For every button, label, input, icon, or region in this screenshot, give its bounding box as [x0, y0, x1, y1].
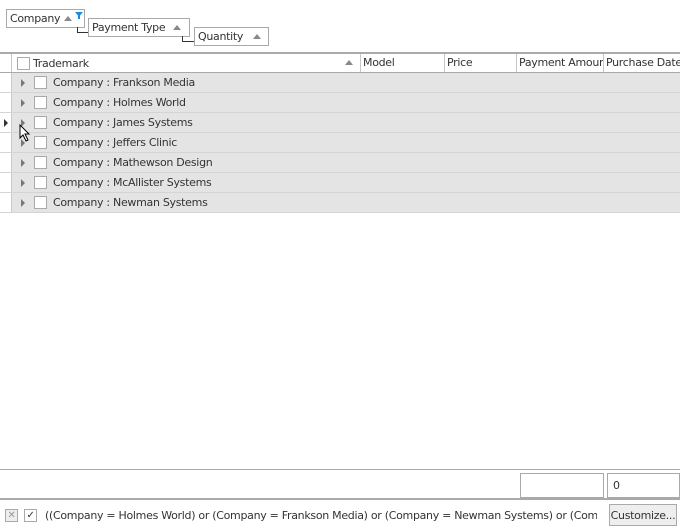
- group-row[interactable]: Company : Mathewson Design: [0, 153, 680, 173]
- group-row-label: Company : Mathewson Design: [53, 156, 213, 169]
- group-label: Quantity: [198, 30, 244, 43]
- group-row-label: Company : Jeffers Clinic: [53, 136, 177, 149]
- column-title: Trademark: [33, 56, 89, 70]
- expand-icon[interactable]: [21, 98, 25, 107]
- expand-icon[interactable]: [21, 198, 25, 207]
- row-checkbox[interactable]: [34, 136, 47, 149]
- sort-ascending-icon: [345, 60, 353, 65]
- filter-icon[interactable]: [75, 12, 83, 20]
- group-row[interactable]: Company : Jeffers Clinic: [0, 133, 680, 153]
- group-row-label: Company : James Systems: [53, 116, 193, 129]
- row-indicator: [0, 73, 12, 92]
- row-checkbox[interactable]: [34, 96, 47, 109]
- group-item-payment-type[interactable]: Payment Type: [88, 18, 190, 37]
- clear-filter-button[interactable]: ✕: [5, 508, 18, 522]
- expand-icon[interactable]: [21, 178, 25, 187]
- row-indicator: [0, 153, 12, 172]
- group-label: Payment Type: [92, 21, 166, 34]
- group-item-company[interactable]: Company: [6, 9, 85, 28]
- column-header-payment-amount[interactable]: Payment Amount: [517, 54, 604, 72]
- sort-ascending-icon: [64, 16, 72, 21]
- column-header-row: Trademark Model Price Payment Amount Pur…: [0, 54, 680, 73]
- sort-ascending-icon: [173, 25, 181, 30]
- group-row-label: Company : Newman Systems: [53, 196, 208, 209]
- summary-footer: 0: [0, 469, 680, 500]
- group-connector: [77, 27, 88, 33]
- group-connector: [182, 36, 194, 42]
- filter-panel: ✕ ✓ ((Company = Holmes World) or (Compan…: [0, 502, 680, 528]
- summary-cell-2: 0: [607, 473, 680, 498]
- group-row-label: Company : McAllister Systems: [53, 176, 212, 189]
- header-indicator: [0, 54, 12, 72]
- group-row-label: Company : Frankson Media: [53, 76, 195, 89]
- group-row[interactable]: Company : James Systems: [0, 113, 680, 133]
- enable-filter-checkbox[interactable]: ✓: [24, 508, 37, 522]
- row-indicator: [0, 113, 12, 132]
- filter-expression[interactable]: ((Company = Holmes World) or (Company = …: [45, 509, 597, 522]
- row-checkbox[interactable]: [34, 116, 47, 129]
- column-header-model[interactable]: Model: [361, 54, 445, 72]
- customize-button[interactable]: Customize...: [609, 504, 677, 526]
- row-indicator: [0, 133, 12, 152]
- group-item-quantity[interactable]: Quantity: [194, 27, 269, 46]
- group-label: Company: [10, 12, 61, 25]
- row-indicator: [0, 93, 12, 112]
- expand-icon[interactable]: [21, 78, 25, 87]
- column-header-trademark[interactable]: Trademark: [12, 54, 361, 72]
- data-grid: Trademark Model Price Payment Amount Pur…: [0, 52, 680, 213]
- row-checkbox[interactable]: [34, 156, 47, 169]
- select-all-checkbox[interactable]: [17, 56, 30, 70]
- sort-ascending-icon: [253, 34, 261, 39]
- group-row[interactable]: Company : Newman Systems: [0, 193, 680, 213]
- group-row[interactable]: Company : Frankson Media: [0, 73, 680, 93]
- row-indicator: [0, 193, 12, 212]
- row-checkbox[interactable]: [34, 76, 47, 89]
- column-header-purchase-date[interactable]: Purchase Date: [604, 54, 680, 72]
- expand-icon[interactable]: [21, 158, 25, 167]
- column-header-price[interactable]: Price: [445, 54, 517, 72]
- mouse-cursor-icon: [19, 124, 31, 142]
- group-row[interactable]: Company : Holmes World: [0, 93, 680, 113]
- current-row-icon: [4, 119, 8, 127]
- row-indicator: [0, 173, 12, 192]
- group-row-label: Company : Holmes World: [53, 96, 186, 109]
- row-checkbox[interactable]: [34, 196, 47, 209]
- group-row[interactable]: Company : McAllister Systems: [0, 173, 680, 193]
- row-checkbox[interactable]: [34, 176, 47, 189]
- summary-cell-1: [520, 473, 604, 498]
